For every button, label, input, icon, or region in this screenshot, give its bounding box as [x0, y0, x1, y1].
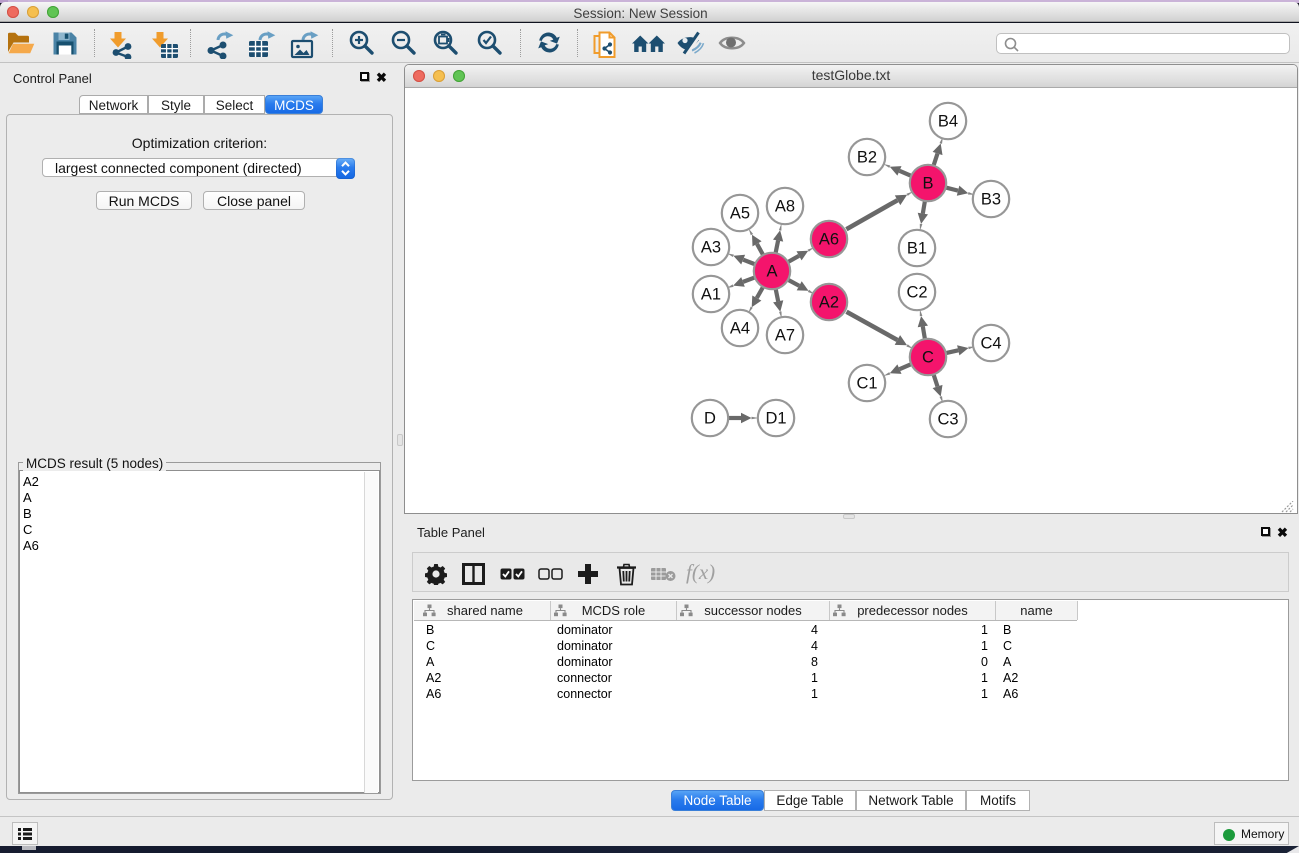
svg-text:C3: C3	[937, 411, 958, 429]
svg-text:A3: A3	[701, 239, 721, 257]
svg-text:D: D	[704, 410, 716, 428]
svg-text:B3: B3	[981, 191, 1001, 209]
svg-text:A2: A2	[819, 294, 839, 312]
svg-text:C1: C1	[856, 375, 877, 393]
svg-text:B1: B1	[907, 240, 927, 258]
svg-text:A4: A4	[730, 320, 750, 338]
svg-text:A1: A1	[701, 286, 721, 304]
svg-text:B: B	[922, 175, 933, 193]
svg-text:D1: D1	[765, 410, 786, 428]
svg-text:A8: A8	[775, 198, 795, 216]
svg-text:A: A	[766, 263, 777, 281]
svg-text:B2: B2	[857, 149, 877, 167]
svg-text:C: C	[922, 349, 934, 367]
svg-text:C2: C2	[906, 284, 927, 302]
svg-text:A6: A6	[819, 231, 839, 249]
svg-text:A5: A5	[730, 205, 750, 223]
svg-text:A7: A7	[775, 327, 795, 345]
svg-text:C4: C4	[980, 335, 1001, 353]
svg-text:B4: B4	[938, 113, 958, 131]
